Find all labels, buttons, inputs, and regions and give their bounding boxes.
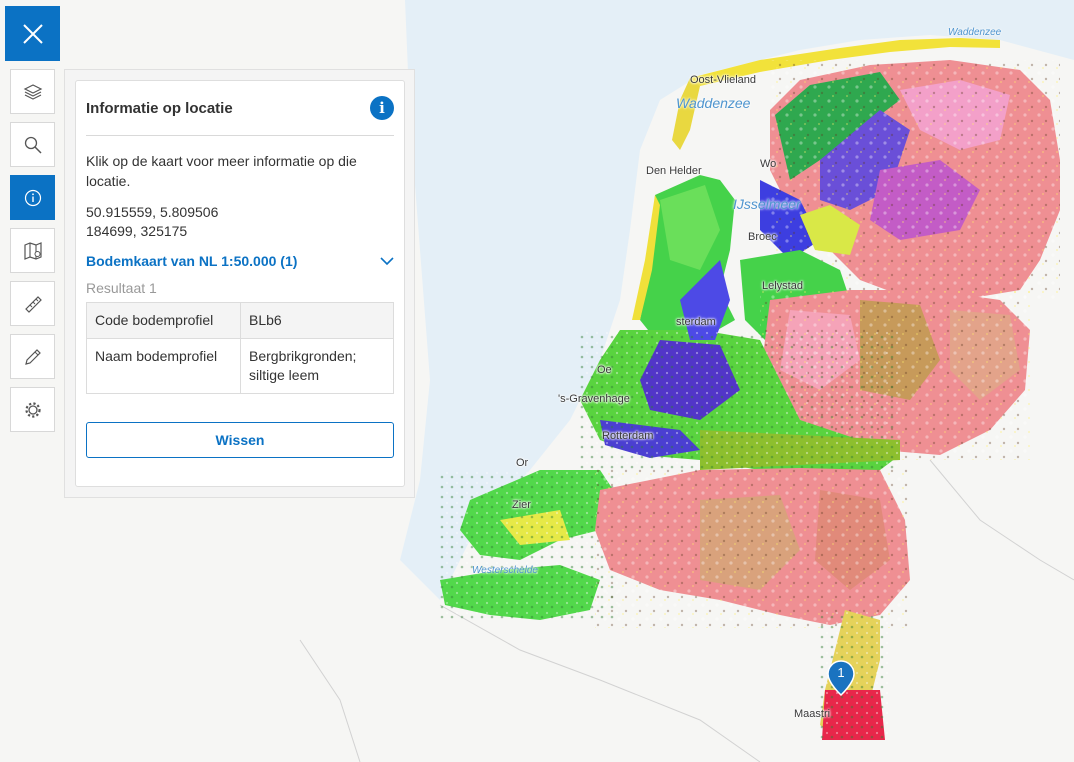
info-badge-icon: i xyxy=(370,96,394,120)
place-label-oe: Oe xyxy=(597,364,612,376)
info-panel: Informatie op locatie i Klik op de kaart… xyxy=(75,80,405,487)
attribute-value: Bergbrikgronden; siltige leem xyxy=(240,338,394,394)
place-label-wo: Wo xyxy=(760,158,777,170)
chevron-down-icon xyxy=(380,257,394,266)
place-label-rotterdam: Rotterdam xyxy=(602,430,654,442)
place-label-zier: Zier xyxy=(512,499,531,511)
layer-result-toggle[interactable]: Bodemkaart van NL 1:50.000 (1) xyxy=(86,253,394,269)
coordinates: 50.915559, 5.809506 184699, 325175 xyxy=(86,203,394,241)
place-label-lelystad: Lelystad xyxy=(762,280,803,292)
info-panel-container: Informatie op locatie i Klik op de kaart… xyxy=(64,69,415,498)
pencil-icon xyxy=(24,348,41,365)
layers-icon xyxy=(23,83,42,100)
coords-latlon: 50.915559, 5.809506 xyxy=(86,204,219,220)
water-label-ijsselmeer: IJsselmeer xyxy=(733,196,801,212)
place-label-oost-vlieland: Oost-Vlieland xyxy=(690,74,757,86)
place-label-den-helder: Den Helder xyxy=(646,165,702,177)
place-label-or: Or xyxy=(516,457,529,469)
layer-title: Bodemkaart van NL 1:50.000 (1) xyxy=(86,253,298,269)
panel-intro: Klik op de kaart voor meer informatie op… xyxy=(86,153,357,189)
water-label-westerschelde: Westerschelde xyxy=(472,565,538,576)
water-label-waddenzee: Waddenzee xyxy=(676,95,751,111)
panel-header: Informatie op locatie i xyxy=(86,81,394,136)
place-label-amsterdam: sterdam xyxy=(676,316,716,328)
map-toolbar xyxy=(10,69,55,440)
place-label-maastricht: Maastri xyxy=(794,708,831,720)
place-label-s-gravenhage: 's-Gravenhage xyxy=(558,393,630,405)
table-row: Code bodemprofiel BLb6 xyxy=(86,302,394,339)
close-panel-button[interactable] xyxy=(5,6,60,61)
attribute-key: Naam bodemprofiel xyxy=(86,338,241,394)
panel-title: Informatie op locatie xyxy=(86,99,233,117)
search-icon xyxy=(24,136,42,154)
close-icon xyxy=(22,23,43,44)
place-label-broec: Broec xyxy=(748,231,777,243)
map-legend-button[interactable] xyxy=(10,228,55,273)
coords-rd: 184699, 325175 xyxy=(86,223,188,239)
info-icon xyxy=(24,189,41,206)
attribute-key: Code bodemprofiel xyxy=(86,302,241,339)
ruler-icon xyxy=(24,295,42,313)
water-label-waddenzee-small: Waddenzee xyxy=(948,27,1002,38)
settings-button[interactable] xyxy=(10,387,55,432)
attribute-value: BLb6 xyxy=(240,302,394,339)
draw-button[interactable] xyxy=(10,334,55,379)
layers-button[interactable] xyxy=(10,69,55,114)
settings-icon xyxy=(24,401,41,418)
attribute-table: Code bodemprofiel BLb6 Naam bodemprofiel… xyxy=(86,302,394,394)
map-legend-icon xyxy=(23,241,42,260)
measure-button[interactable] xyxy=(10,281,55,326)
result-label: Resultaat 1 xyxy=(86,280,157,296)
marker-number: 1 xyxy=(837,665,845,680)
clear-button[interactable]: Wissen xyxy=(86,422,394,458)
location-marker[interactable]: 1 xyxy=(827,660,855,696)
table-row: Naam bodemprofiel Bergbrikgronden; silti… xyxy=(86,338,394,394)
search-button[interactable] xyxy=(10,122,55,167)
info-button[interactable] xyxy=(10,175,55,220)
